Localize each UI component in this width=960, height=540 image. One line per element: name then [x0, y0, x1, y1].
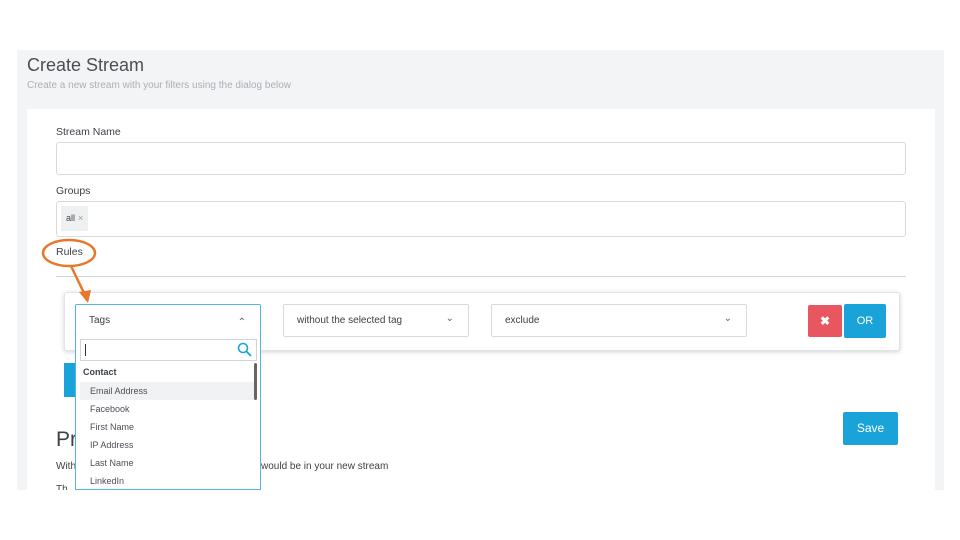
- search-icon: [237, 342, 252, 357]
- chevron-up-icon: ⌃: [237, 317, 246, 328]
- tag-dropdown: Contact Email Address Facebook First Name I…: [75, 336, 261, 490]
- field-select[interactable]: Tags ⌃: [75, 304, 261, 337]
- dropdown-item[interactable]: Last Name: [80, 454, 254, 472]
- dropdown-item[interactable]: Facebook: [80, 400, 254, 418]
- field-select-value: Tags: [89, 315, 111, 326]
- dropdown-item[interactable]: Email Address: [80, 382, 254, 400]
- rules-divider: [56, 276, 906, 277]
- groups-input[interactable]: all ×: [56, 201, 906, 237]
- stream-name-label: Stream Name: [56, 126, 121, 138]
- stream-name-input[interactable]: [56, 142, 906, 175]
- page-subtitle: Create a new stream with your filters us…: [27, 80, 292, 91]
- dropdown-search-input[interactable]: [80, 339, 257, 361]
- preview-heading: Pr: [56, 428, 77, 451]
- or-button[interactable]: OR: [844, 304, 886, 338]
- chevron-down-icon: ⌄: [723, 313, 732, 324]
- save-button[interactable]: Save: [843, 412, 898, 445]
- dropdown-item[interactable]: IP Address: [80, 436, 254, 454]
- action-select-value: exclude: [505, 315, 540, 326]
- rules-label: Rules: [56, 246, 83, 258]
- group-chip-label: all: [66, 213, 76, 223]
- groups-label: Groups: [56, 185, 91, 197]
- dropdown-scrollbar[interactable]: [254, 363, 257, 400]
- condition-select-value: without the selected tag: [297, 315, 403, 326]
- dropdown-item[interactable]: First Name: [80, 418, 254, 436]
- page-title: Create Stream: [27, 55, 145, 75]
- action-select[interactable]: exclude ⌄: [491, 304, 747, 337]
- dropdown-item[interactable]: LinkedIn: [80, 472, 254, 489]
- group-chip-all: all ×: [61, 206, 89, 231]
- add-rule-button[interactable]: [64, 363, 75, 397]
- delete-rule-button[interactable]: ✖: [808, 305, 842, 337]
- dropdown-group-label: Contact: [83, 367, 117, 377]
- chip-remove-icon[interactable]: ×: [78, 213, 83, 223]
- condition-select[interactable]: without the selected tag ⌄: [283, 304, 469, 337]
- preview-text-right: would be in your new stream: [261, 461, 389, 472]
- text-cursor: [85, 344, 86, 356]
- chevron-down-icon: ⌄: [445, 313, 454, 324]
- preview-text-left: With: [56, 461, 76, 472]
- preview-text-line2: Th: [56, 484, 68, 490]
